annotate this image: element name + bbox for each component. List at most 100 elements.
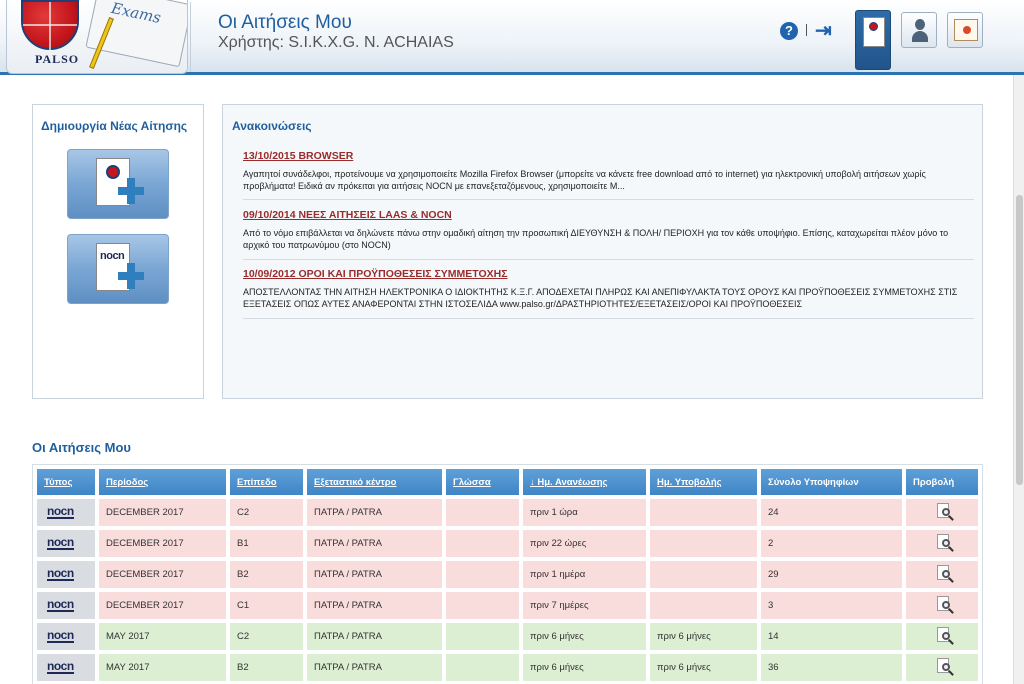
table-row: nocn DECEMBER 2017 B2 ΠΑΤΡΑ / PATRA πριν 1 η… [37, 561, 978, 588]
total-cell: 24 [761, 499, 902, 526]
applications-heading: Οι Αιτήσεις Μου [32, 440, 131, 455]
center-cell: ΠΑΤΡΑ / PATRA [307, 499, 442, 526]
help-icon[interactable]: ? [780, 22, 798, 40]
col-center[interactable]: Εξεταστικό κέντρο [307, 469, 442, 495]
nav-applications-button[interactable] [855, 10, 891, 70]
level-cell: B1 [230, 530, 303, 557]
language-cell [446, 499, 519, 526]
announcement-item: 09/10/2014 ΝΕΕΣ ΑΙΤΗΣΕΙΣ LAAS & NOCN Από… [243, 209, 974, 260]
announcement-item: 13/10/2015 BROWSER Αγαπητοί συνάδελφοι, … [243, 150, 974, 200]
view-cell [906, 623, 978, 650]
view-magnifier-icon[interactable] [937, 596, 955, 614]
logout-icon[interactable]: ⇥ [815, 20, 837, 42]
period-cell: MAY 2017 [99, 623, 226, 650]
total-cell: 36 [761, 654, 902, 681]
nocn-type-logo: nocn [47, 597, 74, 612]
col-total: Σύνολο Υποψηφίων [761, 469, 902, 495]
type-cell: nocn [37, 654, 95, 681]
nocn-type-logo: nocn [47, 535, 74, 550]
period-cell: DECEMBER 2017 [99, 499, 226, 526]
col-period-link[interactable]: Περίοδος [106, 477, 148, 488]
col-type[interactable]: Τύπος [37, 469, 95, 495]
divider [806, 24, 807, 36]
center-cell: ΠΑΤΡΑ / PATRA [307, 654, 442, 681]
announcements-panel: Ανακοινώσεις 13/10/2015 BROWSER Αγαπητοί… [222, 104, 983, 399]
language-cell [446, 530, 519, 557]
announcement-body: Αγαπητοί συνάδελφοι, προτείνουμε να χρησ… [243, 169, 926, 191]
application-doc-icon [863, 17, 885, 47]
nav-certificates-button[interactable] [947, 12, 983, 48]
announcements-heading: Ανακοινώσεις [232, 119, 312, 133]
col-view: Προβολή [906, 469, 978, 495]
title-area: Οι Αιτήσεις Μου Χρήστης: S.I.K.X.G. N. A… [190, 2, 1024, 72]
plus-icon [118, 263, 144, 289]
view-cell [906, 654, 978, 681]
table-row: nocn DECEMBER 2017 C1 ΠΑΤΡΑ / PATRA πριν 7 η… [37, 592, 978, 619]
submitted-cell [650, 499, 757, 526]
updated-cell: πριν 6 μήνες [523, 654, 646, 681]
submitted-cell: πριν 6 μήνες [650, 623, 757, 650]
language-cell [446, 592, 519, 619]
col-language[interactable]: Γλώσσα [446, 469, 519, 495]
submitted-cell [650, 530, 757, 557]
submitted-cell: πριν 6 μήνες [650, 654, 757, 681]
new-nocn-application-button[interactable]: nocn [67, 234, 169, 304]
col-submitted-link[interactable]: Ημ. Υποβολής [657, 477, 722, 488]
palso-logo[interactable]: PALSO Exams [6, 0, 188, 74]
col-updated-link[interactable]: ↓ Ημ. Ανανέωσης [530, 477, 607, 488]
view-magnifier-icon[interactable] [937, 627, 955, 645]
nav-profile-button[interactable] [901, 12, 937, 48]
col-submitted[interactable]: Ημ. Υποβολής [650, 469, 757, 495]
table-row: nocn MAY 2017 C2 ΠΑΤΡΑ / PATRA πριν 6 μήνες π… [37, 623, 978, 650]
updated-cell: πριν 22 ώρες [523, 530, 646, 557]
period-cell: DECEMBER 2017 [99, 561, 226, 588]
col-updated[interactable]: ↓ Ημ. Ανανέωσης [523, 469, 646, 495]
view-magnifier-icon[interactable] [937, 503, 955, 521]
new-palso-application-button[interactable] [67, 149, 169, 219]
announcement-title-link[interactable]: 09/10/2014 ΝΕΕΣ ΑΙΤΗΣΕΙΣ LAAS & NOCN [243, 209, 452, 221]
type-cell: nocn [37, 499, 95, 526]
announcement-body: Από το νόμο επιβάλλεται να δηλώνετε πάνω… [243, 228, 949, 250]
col-type-link[interactable]: Τύπος [44, 477, 72, 488]
scrollbar-thumb[interactable] [1016, 195, 1023, 485]
create-panel-heading: Δημιουργία Νέας Αίτησης [41, 119, 188, 133]
table-row: nocn MAY 2017 B2 ΠΑΤΡΑ / PATRA πριν 6 μήνες π… [37, 654, 978, 681]
announcement-title-link[interactable]: 13/10/2015 BROWSER [243, 150, 353, 162]
view-cell [906, 561, 978, 588]
view-magnifier-icon[interactable] [937, 658, 955, 676]
total-cell: 3 [761, 592, 902, 619]
updated-cell: πριν 1 ημέρα [523, 561, 646, 588]
col-period[interactable]: Περίοδος [99, 469, 226, 495]
page-scrollbar[interactable] [1013, 75, 1024, 684]
plus-icon [118, 178, 144, 204]
type-cell: nocn [37, 561, 95, 588]
updated-cell: πριν 7 ημέρες [523, 592, 646, 619]
level-cell: B2 [230, 561, 303, 588]
table-row: nocn DECEMBER 2017 C2 ΠΑΤΡΑ / PATRA πριν 1 ώ… [37, 499, 978, 526]
current-user: Χρήστης: S.I.K.X.G. N. ACHAIAS [218, 34, 454, 51]
applications-table: Τύπος Περίοδος Επίπεδο Εξεταστικό κέντρο… [33, 465, 982, 684]
submitted-cell [650, 561, 757, 588]
center-cell: ΠΑΤΡΑ / PATRA [307, 530, 442, 557]
col-level-link[interactable]: Επίπεδο [237, 477, 277, 488]
announcement-body: ΑΠΟΣΤΕΛΛΟΝΤΑΣ ΤΗΝ ΑΙΤΗΣΗ ΗΛΕΚΤΡΟΝΙΚΑ Ο Ι… [243, 287, 958, 309]
period-cell: DECEMBER 2017 [99, 530, 226, 557]
total-cell: 29 [761, 561, 902, 588]
certificate-icon [954, 19, 978, 41]
app-header: PALSO Exams Οι Αιτήσεις Μου Χρήστης: S.I… [0, 0, 1024, 75]
col-level[interactable]: Επίπεδο [230, 469, 303, 495]
page-title: Οι Αιτήσεις Μου [218, 12, 352, 33]
col-language-link[interactable]: Γλώσσα [453, 477, 491, 488]
submitted-cell [650, 592, 757, 619]
total-cell: 2 [761, 530, 902, 557]
level-cell: C2 [230, 499, 303, 526]
language-cell [446, 623, 519, 650]
col-center-link[interactable]: Εξεταστικό κέντρο [314, 477, 396, 488]
updated-cell: πριν 1 ώρα [523, 499, 646, 526]
user-avatar-icon [912, 19, 928, 43]
level-cell: C1 [230, 592, 303, 619]
announcement-title-link[interactable]: 10/09/2012 ΟΡΟΙ ΚΑΙ ΠΡΟΫΠΟΘΕΣΕΙΣ ΣΥΜΜΕΤΟ… [243, 268, 508, 280]
view-magnifier-icon[interactable] [937, 534, 955, 552]
type-cell: nocn [37, 530, 95, 557]
view-magnifier-icon[interactable] [937, 565, 955, 583]
